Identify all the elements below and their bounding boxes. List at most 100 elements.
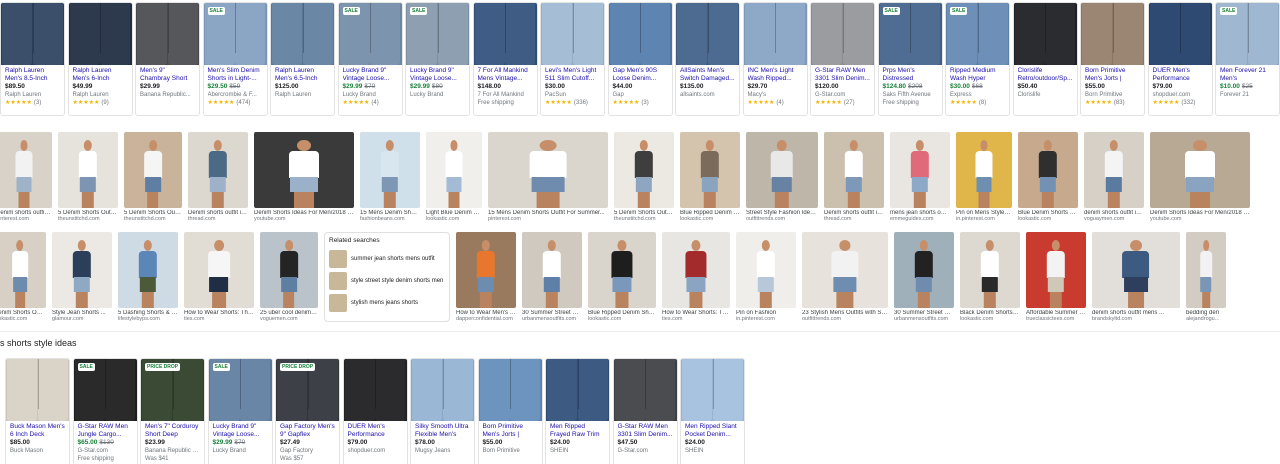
- result-thumbnail[interactable]: [894, 232, 954, 308]
- image-result[interactable]: denim shorts outfit ide... voguaymen.com: [1084, 132, 1144, 224]
- image-result[interactable]: 5 Denim Shorts Outfit I...theunstitchd.c…: [124, 132, 182, 224]
- product-title[interactable]: Born Primitive Men's Jorts | Jorts...: [1085, 67, 1140, 83]
- result-thumbnail[interactable]: [736, 232, 796, 308]
- related-search-text[interactable]: summer jean shorts mens outfit: [351, 256, 435, 262]
- product-image[interactable]: PRICE DROP: [141, 359, 204, 421]
- product-card[interactable]: DUER Men's Performance Denim...$79.00 sho…: [1147, 2, 1213, 116]
- result-thumbnail[interactable]: [426, 132, 482, 208]
- image-result[interactable]: Denim shorts outfit ide...pinterest.com: [0, 132, 52, 224]
- result-thumbnail[interactable]: [254, 132, 354, 208]
- product-card[interactable]: G-Star RAW Men 3301 Slim Denim... $47.50 G…: [612, 358, 678, 464]
- product-title[interactable]: 7 For All Mankind Mens Vintage...: [478, 67, 533, 83]
- result-thumbnail[interactable]: [1150, 132, 1250, 208]
- product-title[interactable]: DUER Men's Performance Denim...: [348, 423, 403, 439]
- product-card[interactable]: Born Primitive Men's Jorts | Jorts...$55…: [477, 358, 543, 464]
- product-title[interactable]: Silky Smooth Ultra Flexible Men's Lig...: [415, 423, 470, 439]
- product-title[interactable]: Lucky Brand 9" Vintage Loose...: [343, 67, 398, 83]
- result-thumbnail[interactable]: [824, 132, 884, 208]
- product-card[interactable]: SALE G-Star RAW Men Jungle Cargo... $65.00…: [72, 358, 138, 464]
- product-image[interactable]: SALE: [208, 359, 272, 421]
- product-card[interactable]: Levi's Men's Light 511 Slim Cutoff... $30…: [540, 2, 605, 116]
- image-result[interactable]: denim shorts outfit mens ... brandskyltd.…: [1092, 232, 1180, 324]
- result-thumbnail[interactable]: [1018, 132, 1078, 208]
- image-result[interactable]: mens jean shorts outfit... emmeguides.com: [890, 132, 950, 224]
- result-thumbnail[interactable]: [360, 132, 420, 208]
- product-image[interactable]: [411, 359, 474, 421]
- product-card[interactable]: Ralph Lauren Men's 6.5-Inch Polo...$125.…: [270, 2, 335, 116]
- related-search-item[interactable]: style street style denim shorts men: [329, 272, 445, 290]
- product-card[interactable]: Born Primitive Men's Jorts | Jorts...$55…: [1080, 2, 1145, 116]
- image-result[interactable]: Light Blue Denim Short...lookastic.com: [426, 132, 482, 224]
- product-card[interactable]: Ralph Lauren Men's 8.5-Inch Classic Fit.…: [0, 2, 65, 116]
- product-card[interactable]: SALE Prps Men's Distressed Danus...$124.8…: [877, 2, 943, 116]
- product-image[interactable]: [811, 3, 874, 65]
- product-title[interactable]: Men's 9" Chambray Short Eclipse...: [140, 67, 195, 83]
- result-thumbnail[interactable]: [1186, 232, 1226, 308]
- product-title[interactable]: Lucky Brand 9" Vintage Loose...: [410, 67, 465, 83]
- image-result[interactable]: How to Wear Men's De... dapperconfidentia…: [456, 232, 516, 324]
- image-result[interactable]: 30 Summer Street Outfi...urbanmensoutfit…: [522, 232, 582, 324]
- product-image[interactable]: [271, 3, 334, 65]
- product-title[interactable]: Levi's Men's Light 511 Slim Cutoff...: [545, 67, 600, 83]
- result-thumbnail[interactable]: [680, 132, 740, 208]
- image-result[interactable]: 5 Denim Shorts Outfit I...theunstitchd.c…: [614, 132, 674, 224]
- product-card[interactable]: Gap Men's 90S Loose Denim... $44.00 Gap ★★★…: [607, 2, 673, 116]
- product-image[interactable]: PRICE DROP: [276, 359, 339, 421]
- product-card[interactable]: Ralph Lauren Men's 6-Inch Polo...$49.99 R…: [67, 2, 133, 116]
- product-title[interactable]: G-Star RAW Men 3301 Slim Denim...: [815, 67, 870, 83]
- image-result[interactable]: How to Wear Shorts: The St...ties.com: [184, 232, 254, 324]
- product-image[interactable]: [1, 3, 64, 65]
- result-thumbnail[interactable]: [1026, 232, 1086, 308]
- product-card[interactable]: SALE Lucky Brand 9" Vintage Loose... $29.9…: [337, 2, 403, 116]
- product-image[interactable]: [541, 3, 604, 65]
- image-result[interactable]: bedding den alejandrogu...: [1186, 232, 1226, 324]
- image-result[interactable]: 15 Mens Denim Shorts... fashionbeans.com: [360, 132, 420, 224]
- product-card[interactable]: DUER Men's Performance Denim...$79.00 sho…: [342, 358, 408, 464]
- product-image[interactable]: [1148, 3, 1212, 65]
- result-thumbnail[interactable]: [614, 132, 674, 208]
- result-thumbnail[interactable]: [746, 132, 818, 208]
- product-image[interactable]: SALE: [338, 3, 402, 65]
- related-search-item[interactable]: summer jean shorts mens outfit: [329, 250, 445, 268]
- result-thumbnail[interactable]: [960, 232, 1020, 308]
- product-card[interactable]: Men's 9" Chambray Short Eclipse...$29.99…: [135, 2, 200, 116]
- related-search-item[interactable]: stylish mens jeans shorts: [329, 294, 445, 312]
- result-thumbnail[interactable]: [956, 132, 1012, 208]
- result-thumbnail[interactable]: [0, 232, 46, 308]
- product-title[interactable]: Men's 7" Corduroy Short Deep Hunter...: [145, 423, 200, 439]
- image-result[interactable]: 30 Summer Street Outfi...urbanmensoutfit…: [894, 232, 954, 324]
- image-result[interactable]: Denim Shorts Outfits F...lookastic.com: [0, 232, 46, 324]
- image-result[interactable]: 25 uber cool denim sh... voguemen.com: [260, 232, 318, 324]
- product-title[interactable]: Men Forever 21 Men's Distressed...: [1220, 67, 1275, 83]
- product-title[interactable]: Born Primitive Men's Jorts | Jorts...: [483, 423, 538, 439]
- result-thumbnail[interactable]: [0, 132, 52, 208]
- product-title[interactable]: Lucky Brand 9" Vintage Loose...: [213, 423, 268, 439]
- image-result[interactable]: Affordable Summer Ou... trueclassictees.c…: [1026, 232, 1086, 324]
- product-image[interactable]: SALE: [1216, 3, 1279, 65]
- product-image[interactable]: [608, 3, 672, 65]
- product-card[interactable]: SALE Ripped Medium Wash Hyper Stretc...$3…: [945, 2, 1010, 116]
- result-thumbnail[interactable]: [456, 232, 516, 308]
- product-image[interactable]: [1081, 3, 1144, 65]
- result-thumbnail[interactable]: [588, 232, 656, 308]
- result-thumbnail[interactable]: [890, 132, 950, 208]
- product-title[interactable]: DUER Men's Performance Denim...: [1153, 67, 1208, 83]
- product-title[interactable]: Men Ripped Slant Pocket Denim...: [685, 423, 740, 439]
- image-result[interactable]: Pin on Fashion in.pinterest.com: [736, 232, 796, 324]
- product-title[interactable]: Buck Mason Men's 6 Inch Deck Short...: [10, 423, 65, 439]
- image-result[interactable]: 23 Stylish Mens Outfits with Shorts...ou…: [802, 232, 888, 324]
- product-title[interactable]: Ralph Lauren Men's 6-Inch Polo...: [73, 67, 128, 83]
- product-title[interactable]: AllSaints Men's Switch Damaged...: [680, 67, 735, 83]
- image-result[interactable]: Denim shorts outfit ide... thread.com: [188, 132, 248, 224]
- product-title[interactable]: Men Ripped Frayed Raw Trim Bleach...: [550, 423, 605, 439]
- image-result[interactable]: Black Denim Shorts Ou...lookastic.com: [960, 232, 1020, 324]
- product-card[interactable]: SALE Lucky Brand 9" Vintage Loose... $29.9…: [207, 358, 273, 464]
- product-image[interactable]: [473, 3, 537, 65]
- result-thumbnail[interactable]: [662, 232, 730, 308]
- product-card[interactable]: Buck Mason Men's 6 Inch Deck Short...$85…: [5, 358, 70, 464]
- result-thumbnail[interactable]: [58, 132, 118, 208]
- image-result[interactable]: Denim Shorts Ideas For Men/2018 Men's...…: [254, 132, 354, 224]
- image-result[interactable]: Denim shorts outfit ide... thread.com: [824, 132, 884, 224]
- product-image[interactable]: SALE: [406, 3, 469, 65]
- product-image[interactable]: [6, 359, 69, 421]
